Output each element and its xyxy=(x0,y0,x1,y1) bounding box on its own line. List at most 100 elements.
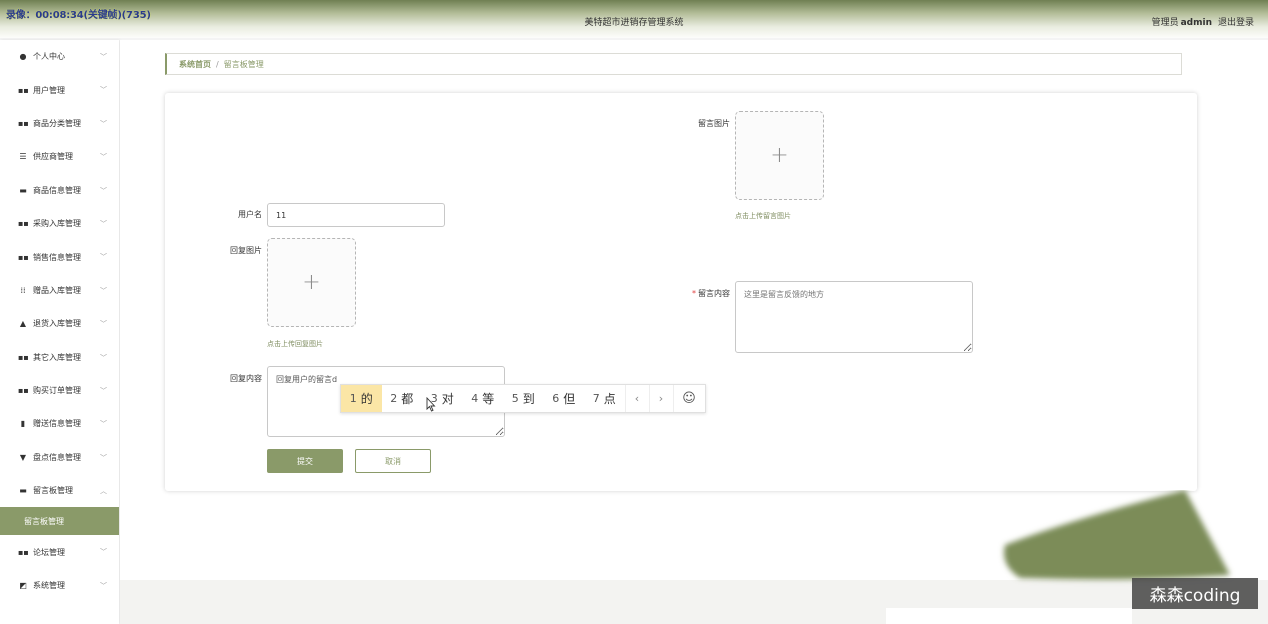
ime-candidate-char: 等 xyxy=(482,392,495,406)
chevron-down-icon: ﹀ xyxy=(100,53,107,61)
plus-icon: + xyxy=(770,142,789,168)
chevron-down-icon: ﹀ xyxy=(100,153,107,162)
ime-candidate-char: 对 xyxy=(441,392,454,406)
apps-icon: ⁞⁞ xyxy=(20,285,26,295)
sidebar-item-label: 用户管理 xyxy=(33,85,65,95)
sidebar-item[interactable]: ☰ 供应商管理 ﹀ xyxy=(0,140,119,173)
top-header: 录像：00:08:34(关键帧)(735) 美特超市进销存管理系统 管理员 adm… xyxy=(0,0,1268,38)
ime-candidate[interactable]: 6但 xyxy=(544,385,585,412)
chart-icon: ◩ xyxy=(19,581,27,591)
breadcrumb: 系统首页 / 留言板管理 xyxy=(165,53,1182,75)
sidebar-item-label: 采购入库管理 xyxy=(33,219,81,229)
person-icon: ● xyxy=(19,52,27,62)
reply-image-upload[interactable]: + xyxy=(267,238,356,327)
sidebar-item-label: 系统管理 xyxy=(33,581,65,591)
sidebar-item[interactable]: ▼ 盘点信息管理 ﹀ xyxy=(0,441,119,474)
chevron-left-icon[interactable]: ‹ xyxy=(624,385,649,412)
cancel-button[interactable]: 取消 xyxy=(355,449,431,473)
app-title: 美特超市进销存管理系统 xyxy=(584,18,684,28)
sidebar-item[interactable]: ▪▪ 论坛管理 ﹀ xyxy=(0,535,119,568)
chevron-down-icon: ﹀ xyxy=(100,320,107,329)
grid-icon: ▪▪ xyxy=(18,252,29,262)
breadcrumb-current: 留言板管理 xyxy=(223,59,264,69)
reply-image-hint: 点击上传回复图片 xyxy=(267,340,323,348)
sidebar-item[interactable]: ▲ 退货入库管理 ﹀ xyxy=(0,307,119,340)
grid-icon: ▪▪ xyxy=(18,219,29,229)
ime-candidate-char: 的 xyxy=(360,392,373,406)
chevron-down-icon: ﹀ xyxy=(100,119,107,128)
list-icon: ☰ xyxy=(19,152,27,162)
sidebar-item-label: 赠品入库管理 xyxy=(33,285,81,295)
grid-icon: ▪▪ xyxy=(18,352,29,362)
sidebar-item-label: 销售信息管理 xyxy=(33,252,81,262)
sidebar-item[interactable]: ▬ 商品信息管理 ﹀ xyxy=(0,174,119,207)
sidebar-item[interactable]: ▪▪ 销售信息管理 ﹀ xyxy=(0,240,119,273)
decorative-brush-stroke xyxy=(1004,490,1230,580)
emoji-icon[interactable]: ☺ xyxy=(672,385,705,412)
chevron-down-icon: ﹀ xyxy=(100,548,107,557)
ime-candidate-bar: 1 的 2 都 3 对 4 等 5 到 6 但 7 点 ‹ › ☺ xyxy=(340,384,706,413)
sidebar-item[interactable]: ▪▪ 用户管理 ﹀ xyxy=(0,73,119,106)
sidebar-item-label: 退货入库管理 xyxy=(33,319,81,329)
chevron-down-icon: ﹀ xyxy=(100,453,107,462)
sidebar-item[interactable]: ▪▪ 商品分类管理 ﹀ xyxy=(0,107,119,140)
username: admin xyxy=(1180,18,1212,28)
chevron-down-icon: ﹀ xyxy=(100,581,107,590)
ime-candidate[interactable]: 5到 xyxy=(503,385,544,412)
sidebar-item-label: 赠送信息管理 xyxy=(33,419,81,429)
ime-candidate-number: 7 xyxy=(592,392,600,405)
sidebar-subitem-message-board[interactable]: 留言板管理 xyxy=(0,507,119,536)
breadcrumb-separator: / xyxy=(216,59,219,69)
grid-icon: ▪▪ xyxy=(18,85,29,95)
submit-button[interactable]: 提交 xyxy=(267,449,343,473)
username-field[interactable] xyxy=(267,203,445,227)
ime-candidate-number: 6 xyxy=(552,392,560,405)
ime-candidate[interactable]: 1的 xyxy=(341,385,382,412)
sidebar-item[interactable]: ▪▪ 其它入库管理 ﹀ xyxy=(0,341,119,374)
ime-candidate-number: 5 xyxy=(511,392,519,405)
ime-candidate-number: 1 xyxy=(349,392,357,405)
thumb-icon: ▲ xyxy=(19,319,27,329)
reply-image-label: 回复图片 xyxy=(230,246,262,255)
sidebar-item-label: 购买订单管理 xyxy=(33,386,81,396)
reply-content-label: 回复内容 xyxy=(230,374,262,383)
logout-link[interactable]: 退出登录 xyxy=(1218,18,1254,28)
chevron-down-icon: ﹀ xyxy=(100,286,107,295)
message-image-label: 留言图片 xyxy=(698,119,730,128)
sidebar-item[interactable]: ▮ 赠送信息管理 ﹀ xyxy=(0,407,119,440)
sidebar-item[interactable]: ▪▪ 采购入库管理 ﹀ xyxy=(0,207,119,240)
sidebar-item[interactable]: ▬ 留言板管理 ︿ xyxy=(0,474,119,507)
message-content-textarea[interactable] xyxy=(735,281,973,353)
grid-icon: ▪▪ xyxy=(18,547,29,557)
ime-candidate[interactable]: 2都 xyxy=(382,385,423,412)
message-image-upload[interactable]: + xyxy=(735,111,824,200)
watermark: 森森coding xyxy=(1132,578,1258,609)
sidebar-item-label: 供应商管理 xyxy=(33,152,73,162)
sidebar-item[interactable]: ⁞⁞ 赠品入库管理 ﹀ xyxy=(0,274,119,307)
chat-icon: ▬ xyxy=(19,185,27,195)
chevron-up-icon: ︿ xyxy=(100,487,107,496)
sidebar-item-label: 论坛管理 xyxy=(33,547,65,557)
breadcrumb-home[interactable]: 系统首页 xyxy=(179,59,211,70)
sidebar-item[interactable]: ▪▪ 购买订单管理 ﹀ xyxy=(0,374,119,407)
ime-candidate-char: 到 xyxy=(522,392,535,406)
chevron-down-icon: ﹀ xyxy=(100,186,107,195)
sidebar-item[interactable]: ◩ 系统管理 ﹀ xyxy=(0,569,119,602)
ime-candidate[interactable]: 7点 xyxy=(584,385,625,412)
chevron-right-icon[interactable]: › xyxy=(648,385,673,412)
message-image-hint: 点击上传留言图片 xyxy=(735,212,791,220)
sidebar-item-label: 商品分类管理 xyxy=(33,118,81,128)
chevron-down-icon: ﹀ xyxy=(100,219,107,228)
sidebar-item-label: 其它入库管理 xyxy=(33,352,81,362)
sidebar-item-label: 个人中心 xyxy=(33,52,65,62)
footer-strip xyxy=(886,608,1132,624)
sidebar-item[interactable]: ● 个人中心 ﹀ xyxy=(0,40,119,73)
sidebar-item-label: 留言板管理 xyxy=(33,486,73,496)
chevron-down-icon: ﹀ xyxy=(100,386,107,395)
grid-icon: ▪▪ xyxy=(18,118,29,128)
ime-candidate[interactable]: 4等 xyxy=(463,385,504,412)
trophy-icon: ▼ xyxy=(19,452,27,462)
plus-icon: + xyxy=(302,269,321,295)
chevron-down-icon: ﹀ xyxy=(100,353,107,362)
board-icon: ▬ xyxy=(19,486,27,496)
